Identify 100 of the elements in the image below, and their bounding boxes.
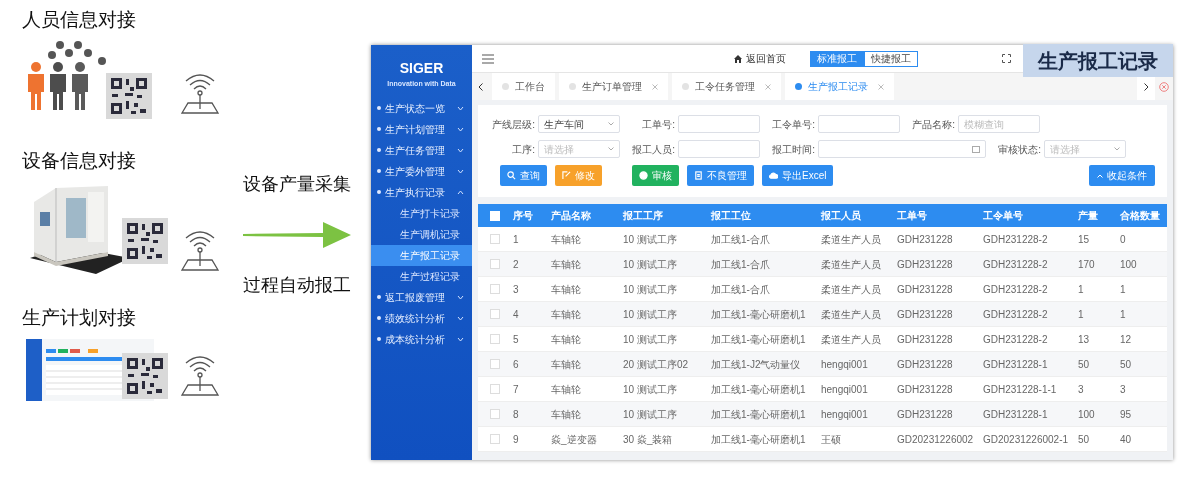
table-cell-text: 30 焱_装箱 [622, 432, 674, 447]
table-cell-text: hengqi001 [820, 357, 869, 372]
table-cell-text: 加工线1-合爪 [710, 257, 771, 272]
close-icon[interactable] [652, 83, 658, 90]
table-cell-text: GD20231226002 [896, 432, 975, 447]
table-cell-text: 车轴轮 [550, 257, 582, 272]
checkbox[interactable] [489, 234, 500, 244]
document-button[interactable]: 不良管理 [687, 165, 754, 186]
close-icon[interactable] [765, 83, 771, 90]
sidebar-subitem[interactable]: 生产打卡记录 [371, 202, 472, 224]
table-cell-text: 1 [512, 232, 520, 247]
sidebar-item[interactable]: 生产任务管理 [371, 139, 472, 161]
calendar-icon [972, 145, 980, 153]
tab[interactable]: 工令任务管理 [672, 73, 781, 100]
tab[interactable]: 生产订单管理 [559, 73, 668, 100]
table-cell-text: hengqi001 [820, 382, 869, 397]
checkbox[interactable] [489, 434, 500, 444]
mode-toggle[interactable]: 标准报工 [810, 50, 864, 67]
column-header[interactable]: 工令单号 [981, 208, 1076, 223]
flow-label: 设备产量采集 [242, 172, 351, 196]
checkbox[interactable] [489, 409, 500, 419]
menu-icon[interactable] [482, 53, 494, 64]
sidebar-item[interactable]: 生产委外管理 [371, 160, 472, 182]
select-field[interactable]: 生产车间 [538, 115, 620, 133]
column-header[interactable]: 报工工位 [709, 208, 819, 223]
fullscreen-icon[interactable] [1002, 54, 1011, 63]
table-cell-text: 车轴轮 [550, 332, 582, 347]
table-cell-text: 2 [512, 257, 520, 272]
sidebar-item[interactable]: 生产计划管理 [371, 118, 472, 140]
chevron-down-icon [457, 105, 464, 111]
table-cell-text: 王硕 [820, 432, 842, 447]
checkbox[interactable] [489, 359, 500, 369]
field-label: 报工人员: [631, 142, 676, 157]
input-field[interactable] [818, 115, 900, 133]
field-label: 产线层级: [491, 117, 536, 132]
table-cell-text: GDH231228-2 [982, 307, 1049, 322]
sidebar-subitem[interactable]: 生产报工记录 [371, 244, 472, 266]
table-cell-text: 焱_逆变器 [550, 432, 598, 447]
input-field[interactable] [678, 115, 760, 133]
input-field[interactable] [678, 140, 760, 158]
table-cell-text: 3 [1077, 382, 1085, 397]
column-header[interactable]: 报工人员 [819, 208, 895, 223]
home-icon [734, 54, 742, 63]
field-label: 产品名称: [911, 117, 956, 132]
sidebar-subitem[interactable]: 生产过程记录 [371, 265, 472, 287]
table-cell-text: 加工线1-J2气动量仪 [710, 357, 802, 372]
chevron-right-icon[interactable] [1143, 82, 1149, 91]
sidebar-item[interactable]: 成本统计分析 [371, 328, 472, 350]
table-cell-text: 40 [1119, 432, 1133, 447]
chevron-down-icon [457, 336, 464, 342]
date-field[interactable] [818, 140, 986, 158]
column-header[interactable]: 产品名称 [549, 208, 621, 223]
qr-code-icon [106, 73, 152, 119]
table-cell-text: GDH231228 [896, 357, 954, 372]
sidebar-item[interactable]: 生产执行记录 [371, 181, 472, 203]
table-cell-text: 车轴轮 [550, 357, 582, 372]
chevron-down-icon [457, 168, 464, 174]
column-header[interactable]: 报工工序 [621, 208, 709, 223]
table-cell-text: 95 [1119, 407, 1133, 422]
table-cell-text: 50 [1119, 357, 1133, 372]
column-header[interactable]: 序号 [511, 208, 549, 223]
sidebar-subitem[interactable]: 生产调机记录 [371, 223, 472, 245]
table-cell-text: 柔道生产人员 [820, 307, 882, 322]
mode-toggle[interactable]: 快捷报工 [864, 50, 918, 67]
field-label: 审核状态: [997, 142, 1042, 157]
checkbox[interactable] [489, 259, 500, 269]
table-cell-text: GDH231228 [896, 282, 954, 297]
chevron-left-icon[interactable] [477, 82, 483, 91]
export-button[interactable]: 导出Excel [762, 165, 834, 186]
column-header[interactable]: 合格数量 [1118, 208, 1166, 223]
column-header[interactable]: 产量 [1076, 208, 1118, 223]
checkbox[interactable] [489, 309, 500, 319]
search-button[interactable]: 查询 [500, 165, 547, 186]
checkbox[interactable] [489, 384, 500, 394]
input-field[interactable]: 模糊查询 [958, 115, 1040, 133]
checkbox[interactable] [489, 334, 500, 344]
close-all-icon[interactable] [1159, 81, 1169, 92]
section-title: 生产计划对接 [22, 308, 137, 327]
table-cell-text: 8 [512, 407, 520, 422]
select-field[interactable]: 请选择 [1044, 140, 1126, 158]
cloud-icon [769, 171, 778, 180]
edit-button[interactable]: 修改 [555, 165, 602, 186]
sidebar-item[interactable]: 返工报废管理 [371, 286, 472, 308]
collapse-button[interactable]: 收起条件 [1089, 165, 1155, 186]
sidebar-item[interactable]: 生产状态一览 [371, 97, 472, 119]
close-icon[interactable] [878, 83, 884, 90]
checkbox[interactable] [489, 284, 500, 294]
checkbox[interactable] [489, 210, 500, 221]
tab[interactable]: 工作台 [492, 73, 555, 100]
select-field[interactable]: 请选择 [538, 140, 620, 158]
search-icon [507, 171, 516, 180]
sidebar-item[interactable]: 绩效统计分析 [371, 307, 472, 329]
tab[interactable]: 生产报工记录 [785, 73, 894, 100]
qr-code-icon [122, 218, 168, 264]
table-cell-text: GDH231228-2 [982, 282, 1049, 297]
qr-code-icon [122, 353, 168, 399]
home-link[interactable]: 返回首页 [734, 51, 786, 66]
table-cell-text: GD20231226002-1 [982, 432, 1070, 447]
approve-button[interactable]: 审核 [632, 165, 679, 186]
column-header[interactable]: 工单号 [895, 208, 981, 223]
